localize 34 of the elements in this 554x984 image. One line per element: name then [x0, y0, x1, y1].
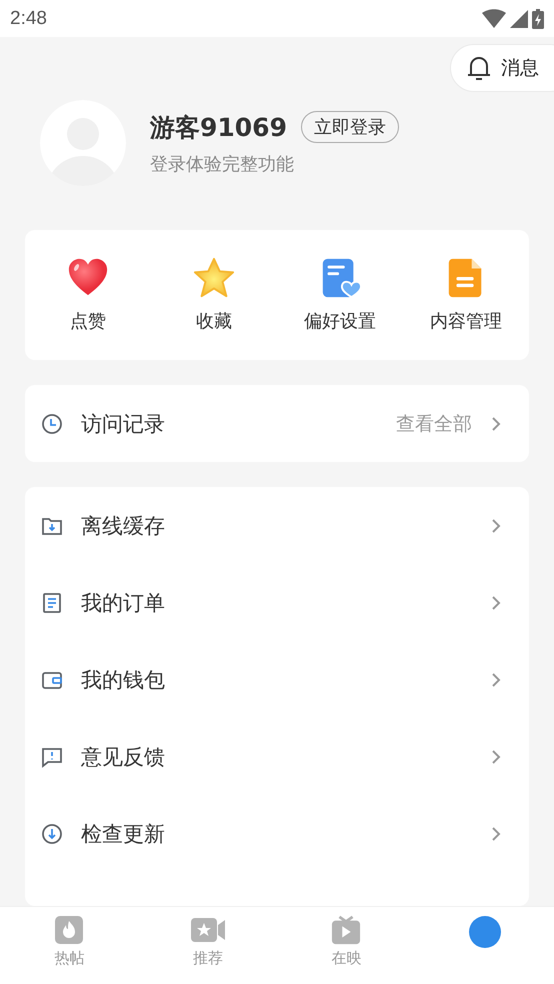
shortcut-button[interactable]: 内容管理 [403, 257, 529, 333]
shortcut-button[interactable]: 点赞 [25, 257, 151, 333]
chevron-right-icon [490, 516, 502, 534]
history-title: 访问记录 [81, 410, 166, 438]
flame-icon [54, 915, 84, 945]
star-icon [193, 257, 235, 299]
chevron-right-icon [490, 748, 502, 766]
user-name: 游客91069 [150, 112, 287, 144]
clock-icon [41, 412, 63, 434]
menu-item[interactable]: 我的钱包 [25, 641, 529, 718]
signal-icon [510, 10, 528, 28]
status-time: 2:48 [10, 8, 47, 30]
shortcut-button[interactable]: 偏好设置 [277, 257, 403, 333]
avatar-icon [468, 915, 502, 949]
chevron-right-icon [490, 824, 502, 842]
menu-item[interactable]: 检查更新 [25, 795, 529, 872]
login-hint: 登录体验完整功能 [150, 152, 295, 176]
battery-icon [532, 8, 544, 28]
message-button[interactable]: 消息 [450, 44, 554, 92]
chevron-right-icon [490, 414, 502, 432]
download-circle-icon [41, 822, 63, 844]
menu-item[interactable]: 我的订单 [25, 564, 529, 641]
menu-item[interactable]: 意见反馈 [25, 718, 529, 795]
bell-icon [467, 55, 491, 81]
list-document-icon [41, 592, 63, 614]
video-camera-icon [190, 915, 226, 945]
feedback-icon [41, 746, 63, 768]
history-row[interactable]: 访问记录 查看全部 [25, 385, 529, 462]
login-button[interactable]: 立即登录 [300, 111, 399, 143]
menu-item[interactable]: 离线缓存 [25, 487, 529, 564]
shortcut-button[interactable]: 收藏 [151, 257, 277, 333]
wifi-icon [482, 8, 506, 28]
chevron-right-icon [490, 670, 502, 688]
chevron-right-icon [490, 594, 502, 612]
